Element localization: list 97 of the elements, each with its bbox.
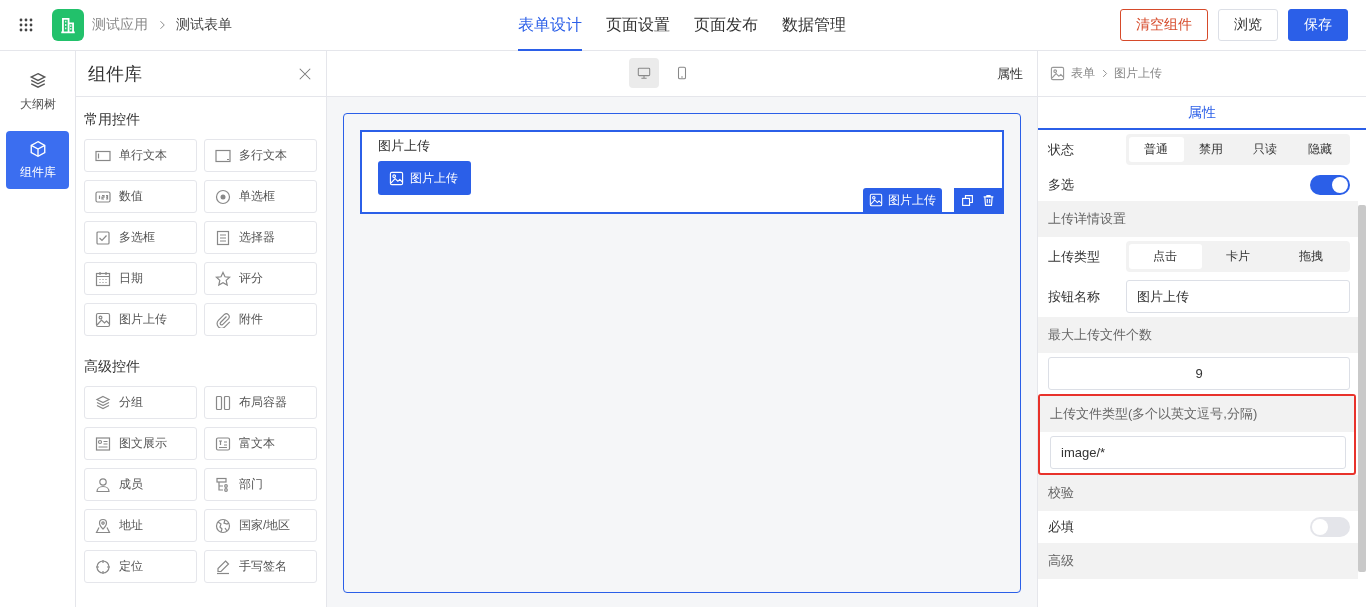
rich-text-icon xyxy=(215,435,231,452)
calendar-icon xyxy=(95,270,111,287)
phone-icon xyxy=(675,66,689,80)
app-name-link[interactable]: 测试应用 xyxy=(92,16,148,34)
component-item[interactable]: 选择器 xyxy=(204,221,317,254)
segment-option[interactable]: 拖拽 xyxy=(1274,244,1347,269)
layers-icon xyxy=(95,394,111,411)
image-icon xyxy=(869,193,883,207)
crosshair-icon xyxy=(95,558,111,575)
person-icon xyxy=(95,476,111,493)
component-item[interactable]: 布局容器 xyxy=(204,386,317,419)
text-input[interactable]: 图片上传 xyxy=(1126,280,1350,313)
field-label: 上传类型 xyxy=(1048,247,1101,266)
building-icon xyxy=(59,16,77,34)
nav-tab[interactable]: 页面设置 xyxy=(606,0,670,51)
checkbox-icon xyxy=(95,229,111,246)
component-item[interactable]: 分组 xyxy=(84,386,197,419)
component-item[interactable]: 日期 xyxy=(84,262,197,295)
section-header: 校验 xyxy=(1038,475,1358,511)
form-field[interactable]: 图片上传 图片上传 图片上传 xyxy=(360,130,1004,214)
rail-item[interactable]: 组件库 xyxy=(6,131,69,189)
properties-tab[interactable]: 属性 xyxy=(1038,97,1366,130)
app-grid-icon xyxy=(18,17,34,33)
layers-icon xyxy=(28,71,47,90)
copy-icon xyxy=(961,193,974,207)
columns-icon xyxy=(215,394,231,411)
globe-icon xyxy=(215,517,231,534)
group-title: 高级控件 xyxy=(84,358,141,376)
rail-item[interactable]: 大纲树 xyxy=(6,63,69,121)
preview-button[interactable]: 浏览 xyxy=(1218,9,1278,41)
close-icon xyxy=(298,66,312,81)
field-label: 状态 xyxy=(1048,140,1075,159)
component-item[interactable]: 手写签名 xyxy=(204,550,317,583)
section-header: 最大上传文件个数 xyxy=(1038,317,1358,353)
segment-option[interactable]: 点击 xyxy=(1129,244,1202,269)
component-item[interactable]: 附件 xyxy=(204,303,317,336)
desktop-view-button[interactable] xyxy=(629,58,659,88)
component-item[interactable]: 部门 xyxy=(204,468,317,501)
component-item[interactable]: 地址 xyxy=(84,509,197,542)
field-label: 按钮名称 xyxy=(1048,287,1101,306)
form-name: 测试表单 xyxy=(176,16,232,34)
toggle-switch[interactable] xyxy=(1310,517,1350,537)
field-label: 必填 xyxy=(1048,518,1075,536)
field-label: 多选 xyxy=(1048,176,1075,194)
text-input[interactable]: image/* xyxy=(1050,436,1346,469)
segment-option[interactable]: 只读 xyxy=(1238,137,1293,162)
map-pin-icon xyxy=(95,517,111,534)
field-label: 图片上传 xyxy=(378,137,431,155)
segment-option[interactable]: 卡片 xyxy=(1201,244,1275,269)
breadcrumb-link[interactable]: 表单 xyxy=(1071,65,1095,82)
component-item[interactable]: 多行文本 xyxy=(204,139,317,172)
monitor-icon xyxy=(637,66,651,80)
component-item[interactable]: 单选框 xyxy=(204,180,317,213)
pen-icon xyxy=(215,558,231,575)
image-icon xyxy=(389,170,404,186)
image-text-icon xyxy=(95,435,111,452)
component-item[interactable]: 数值 xyxy=(84,180,197,213)
save-button[interactable]: 保存 xyxy=(1288,9,1348,41)
section-header: 高级 xyxy=(1038,543,1358,579)
textarea-icon xyxy=(215,147,231,164)
list-icon xyxy=(215,229,231,246)
segment-option[interactable]: 普通 xyxy=(1129,137,1184,162)
close-button[interactable] xyxy=(298,66,312,81)
scrollbar[interactable] xyxy=(1358,205,1366,572)
component-item[interactable]: 图片上传 xyxy=(84,303,197,336)
number-input[interactable]: 9 xyxy=(1048,357,1350,390)
nav-tab[interactable]: 页面发布 xyxy=(694,0,758,51)
component-type-tag: 图片上传 xyxy=(863,188,942,212)
org-tree-icon xyxy=(215,476,231,493)
nav-tab[interactable]: 数据管理 xyxy=(782,0,846,51)
component-item[interactable]: 评分 xyxy=(204,262,317,295)
image-upload-button[interactable]: 图片上传 xyxy=(378,161,471,195)
group-title: 常用控件 xyxy=(84,111,141,129)
image-icon xyxy=(1050,66,1065,81)
image-icon xyxy=(95,311,111,328)
component-item[interactable]: 成员 xyxy=(84,468,197,501)
paperclip-icon xyxy=(215,311,231,328)
section-header: 上传详情设置 xyxy=(1038,201,1358,237)
star-icon xyxy=(215,270,231,287)
component-item[interactable]: 定位 xyxy=(84,550,197,583)
segment-option[interactable]: 禁用 xyxy=(1183,137,1238,162)
segment-option[interactable]: 隐藏 xyxy=(1292,137,1347,162)
clear-components-button[interactable]: 清空组件 xyxy=(1120,9,1208,41)
panel-title: 组件库 xyxy=(88,62,142,86)
toggle-switch[interactable] xyxy=(1310,175,1350,195)
properties-toggle[interactable]: 属性 xyxy=(997,64,1023,83)
number-icon xyxy=(95,188,111,205)
component-item[interactable]: 富文本 xyxy=(204,427,317,460)
component-item[interactable]: 多选框 xyxy=(84,221,197,254)
component-item[interactable]: 单行文本 xyxy=(84,139,197,172)
component-item[interactable]: 国家/地区 xyxy=(204,509,317,542)
radio-icon xyxy=(215,188,231,205)
cube-icon xyxy=(28,139,47,158)
component-item[interactable]: 图文展示 xyxy=(84,427,197,460)
section-header: 上传文件类型(多个以英文逗号,分隔) xyxy=(1040,396,1354,432)
breadcrumb-current: 图片上传 xyxy=(1114,65,1162,82)
trash-icon xyxy=(982,193,995,207)
